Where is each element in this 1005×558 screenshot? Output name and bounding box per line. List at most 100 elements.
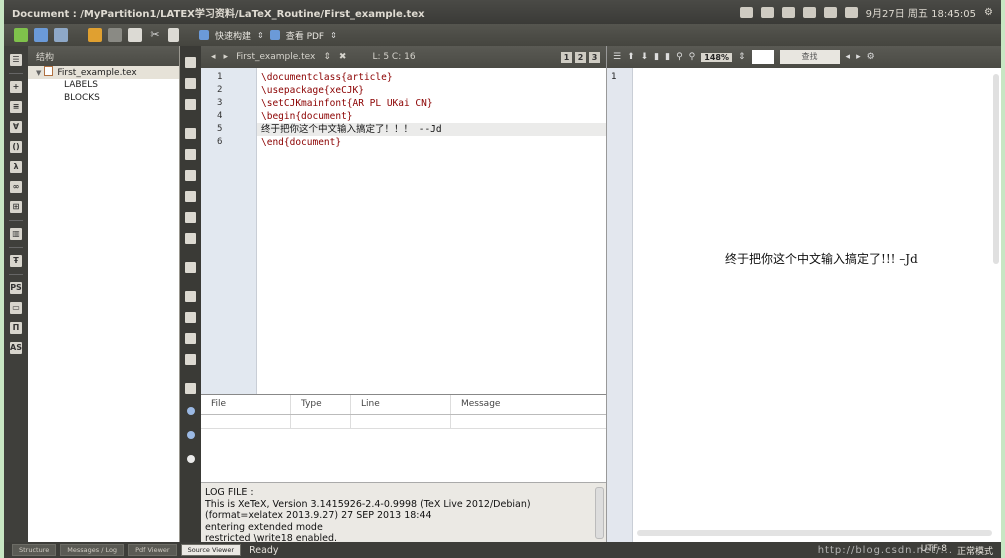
paste-icon[interactable] xyxy=(168,28,179,42)
page-fit-icon[interactable]: ▮ xyxy=(665,52,670,62)
view-pdf-dropdown-icon[interactable]: ⇕ xyxy=(330,31,337,40)
align-left-icon[interactable] xyxy=(185,191,196,202)
mode-label[interactable]: 正常模式 xyxy=(957,544,993,557)
column-line[interactable]: Line xyxy=(351,395,451,414)
zoom-out-icon[interactable]: ⚲ xyxy=(689,52,696,62)
clear-log-icon[interactable] xyxy=(185,383,196,394)
gear-icon[interactable]: ⚙ xyxy=(984,7,993,18)
clock[interactable]: 9月27日 周五 18:45:05 xyxy=(866,5,976,20)
infinity-icon[interactable]: ∞ xyxy=(10,181,22,193)
keyboard-icon[interactable] xyxy=(739,6,753,18)
log-panel[interactable]: LOG FILE : This is XeTeX, Version 3.1415… xyxy=(201,482,606,542)
tab-pdf-viewer[interactable]: Pdf Viewer xyxy=(128,544,177,556)
sqrt-icon[interactable] xyxy=(185,354,196,365)
zoom-level[interactable]: 148% xyxy=(701,52,732,62)
relation-icon[interactable]: + xyxy=(10,81,22,93)
save-file-icon[interactable] xyxy=(54,28,68,42)
code-line[interactable]: \begin{document} xyxy=(257,110,606,123)
structure-icon[interactable]: ☰ xyxy=(10,54,22,66)
subscript-icon[interactable] xyxy=(185,291,196,302)
superscript-icon[interactable] xyxy=(185,312,196,323)
volume-icon[interactable] xyxy=(844,6,858,18)
cut-icon[interactable]: ✂ xyxy=(148,28,162,42)
quick-build-label[interactable]: 快速构建 xyxy=(215,29,251,42)
favorites-icon[interactable]: AS xyxy=(10,342,22,354)
settings-icon[interactable]: ⚙ xyxy=(867,52,875,62)
split-view-1-button[interactable]: 1 xyxy=(561,51,572,63)
tree-root-item[interactable]: ▼ First_example.tex xyxy=(28,66,179,79)
arrow-up-icon[interactable]: ⬆ xyxy=(627,52,635,62)
tikz-icon[interactable]: Ŧ xyxy=(10,255,22,267)
code-line-current[interactable]: 终于把你这个中文输入搞定了！！！ --Jd xyxy=(257,123,606,136)
asymptote-icon[interactable]: ▭ xyxy=(10,302,22,314)
italic-icon[interactable] xyxy=(185,149,196,160)
tree-item-blocks[interactable]: BLOCKS xyxy=(28,92,179,105)
new-file-icon[interactable] xyxy=(14,28,28,42)
align-right-icon[interactable] xyxy=(185,233,196,244)
prev-document-icon[interactable]: ◂ xyxy=(211,52,216,62)
log-scrollbar[interactable] xyxy=(595,487,604,539)
split-view-2-button[interactable]: 2 xyxy=(575,51,586,63)
split-view-3-button[interactable]: 3 xyxy=(589,51,600,63)
arrow-down-icon[interactable]: ⬇ xyxy=(641,52,649,62)
code-line[interactable]: \documentclass{article} xyxy=(257,71,606,84)
newline-icon[interactable] xyxy=(185,262,196,273)
ref-icon[interactable] xyxy=(185,99,196,110)
emph-icon[interactable] xyxy=(185,170,196,181)
stop-icon[interactable] xyxy=(186,455,195,463)
page-box[interactable] xyxy=(751,50,774,64)
document-list-dropdown-icon[interactable]: ⇕ xyxy=(323,52,331,62)
section-icon[interactable] xyxy=(185,78,196,89)
code-line[interactable]: \setCJKmainfont{AR PL UKai CN} xyxy=(257,97,606,110)
pstricks-icon[interactable]: PS xyxy=(10,282,22,294)
expand-arrow-icon[interactable]: ▼ xyxy=(36,69,41,77)
mail-icon[interactable] xyxy=(802,6,816,18)
tab-source-viewer[interactable]: Source Viewer xyxy=(180,544,242,556)
next-page-icon[interactable]: ▸ xyxy=(856,52,861,62)
column-message[interactable]: Message xyxy=(451,395,606,414)
bookmark-icon[interactable] xyxy=(185,57,196,68)
next-error-icon[interactable] xyxy=(186,407,195,415)
pdf-vertical-scrollbar[interactable] xyxy=(993,74,999,264)
metapost-icon[interactable]: ▥ xyxy=(10,228,22,240)
greek-icon[interactable]: λ xyxy=(10,161,22,173)
editor-tab-title[interactable]: First_example.tex xyxy=(236,52,315,62)
next-document-icon[interactable]: ▸ xyxy=(224,52,229,62)
misc-symbol-icon[interactable]: ∀ xyxy=(10,121,22,133)
pdf-horizontal-scrollbar[interactable] xyxy=(637,530,992,536)
arrow-icon[interactable]: ≡ xyxy=(10,101,22,113)
column-file[interactable]: File xyxy=(201,395,291,414)
code-editor[interactable]: \documentclass{article} \usepackage{xeCJ… xyxy=(257,68,606,394)
tab-structure[interactable]: Structure xyxy=(12,544,57,556)
user-commands-icon[interactable]: Π xyxy=(10,322,22,334)
page-icon[interactable]: ▮ xyxy=(654,52,659,62)
code-line[interactable]: \end{document} xyxy=(257,136,606,149)
column-type[interactable]: Type xyxy=(291,395,351,414)
open-file-icon[interactable] xyxy=(34,28,48,42)
view-pdf-icon[interactable] xyxy=(269,30,280,40)
fraction-icon[interactable] xyxy=(185,333,196,344)
align-center-icon[interactable] xyxy=(185,212,196,223)
zoom-in-icon[interactable]: ⚲ xyxy=(676,52,683,62)
view-pdf-label[interactable]: 查看 PDF xyxy=(286,29,324,42)
wifi-icon[interactable] xyxy=(823,6,837,18)
code-line[interactable]: \usepackage{xeCJK} xyxy=(257,84,606,97)
copy-icon[interactable] xyxy=(128,28,142,42)
find-button[interactable]: 查找 xyxy=(779,50,840,64)
zoom-dropdown-icon[interactable]: ⇕ xyxy=(738,52,746,62)
quick-build-icon[interactable] xyxy=(199,30,209,40)
operator-icon[interactable]: ⊞ xyxy=(10,201,22,213)
undo-icon[interactable] xyxy=(88,28,102,42)
quick-build-dropdown-icon[interactable]: ⇕ xyxy=(257,31,264,40)
list-icon[interactable]: ☰ xyxy=(613,52,621,62)
tab-messages-log[interactable]: Messages / Log xyxy=(60,544,125,556)
close-document-icon[interactable]: ✖ xyxy=(339,52,347,62)
bold-icon[interactable] xyxy=(185,128,196,139)
previous-error-icon[interactable] xyxy=(186,431,195,439)
tree-item-labels[interactable]: LABELS xyxy=(28,79,179,92)
redo-icon[interactable] xyxy=(108,28,122,42)
cloud-icon[interactable] xyxy=(781,6,795,18)
delimiter-icon[interactable]: () xyxy=(10,141,22,153)
prev-page-icon[interactable]: ◂ xyxy=(846,52,851,62)
battery-icon[interactable] xyxy=(760,6,774,18)
